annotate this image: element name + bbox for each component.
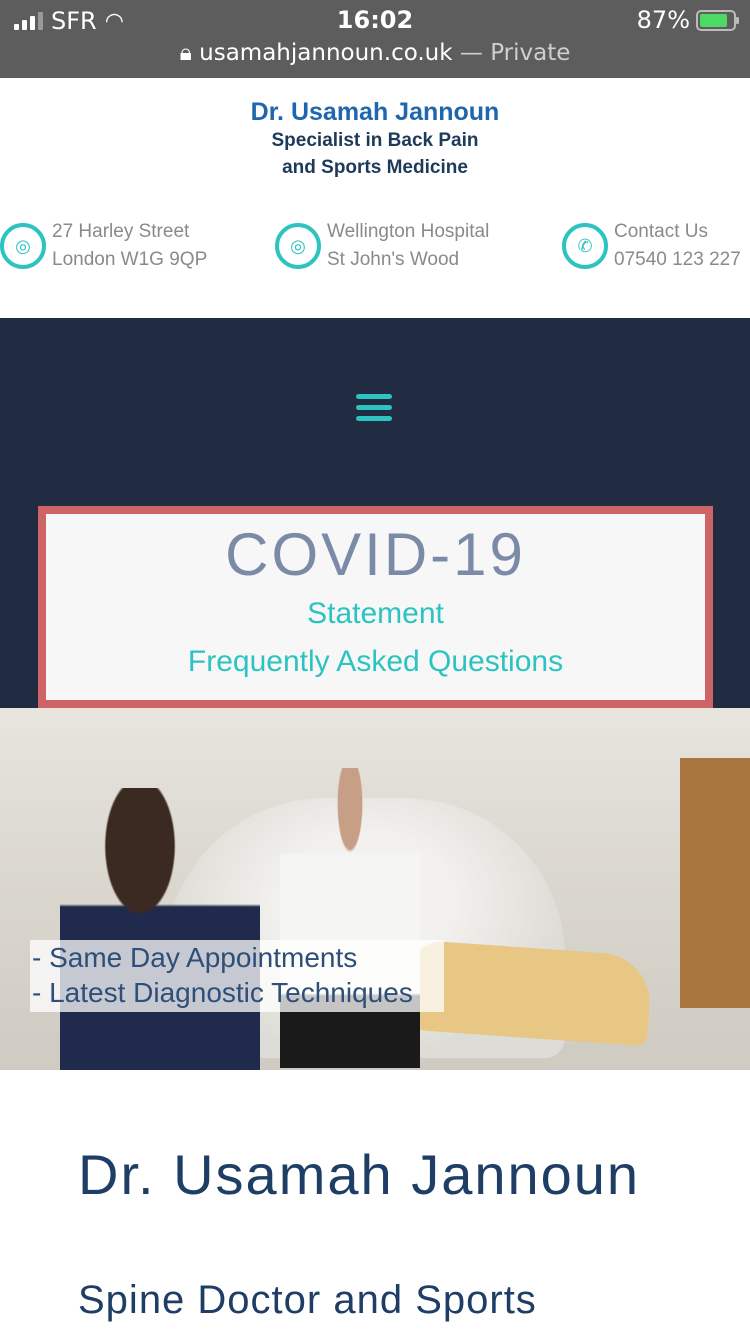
nav-bar: COVID-19 Statement Frequently Asked Ques… [0,318,750,710]
contact-bar: ◎ 27 Harley Street London W1G 9QP ◎ Welli… [0,218,750,278]
logo-tagline-1: Specialist in Back Pain [271,130,479,151]
contact-line: St John's Wood [327,249,460,270]
private-label: — Private [452,40,571,66]
status-bar: SFR ◠ 16:02 87% 🔒︎ usamahjannoun.co.uk —… [0,0,750,78]
site-logo[interactable]: Dr. Usamah Jannoun Specialist in Back Pa… [0,98,750,181]
phone-icon: ✆ [562,223,608,269]
url-text: usamahjannoun.co.uk [199,40,453,66]
map-pin-icon: ◎ [275,223,321,269]
covid-box: COVID-19 Statement Frequently Asked Ques… [38,506,713,708]
hero-caption: - Same Day Appointments - Latest Diagnos… [30,940,444,1012]
battery-icon [696,9,739,31]
covid-title: COVID-19 [225,521,526,588]
hero-image: - Same Day Appointments - Latest Diagnos… [0,708,750,1070]
hamburger-menu-icon[interactable] [356,394,392,427]
page-subtitle: Spine Doctor and Sports [78,1278,537,1322]
contact-wellington[interactable]: ◎ Wellington Hospital St John's Wood [275,218,489,274]
battery-percent: 87% [636,6,690,34]
nurse-figure [60,788,260,1070]
door [680,758,750,1008]
hero-line-1: - Same Day Appointments [32,942,358,973]
lock-icon: 🔒︎ [179,40,192,66]
covid-statement-link[interactable]: Statement [46,590,705,638]
contact-line: 27 Harley Street [52,221,190,242]
contact-line: London W1G 9QP [52,249,208,270]
page-title: Dr. Usamah Jannoun [78,1143,641,1206]
contact-line: 07540 123 227 [614,249,741,270]
logo-tagline-2: and Sports Medicine [282,157,468,178]
contact-harley-street[interactable]: ◎ 27 Harley Street London W1G 9QP [0,218,207,274]
contact-line: Contact Us [614,221,708,242]
covid-faq-link[interactable]: Frequently Asked Questions [46,638,705,686]
map-pin-icon: ◎ [0,223,46,269]
logo-name: Dr. Usamah Jannoun [250,98,500,126]
address-bar[interactable]: 🔒︎ usamahjannoun.co.uk — Private [0,40,750,66]
patient-blanket [407,939,653,1047]
hero-line-2: - Latest Diagnostic Techniques [32,977,413,1008]
contact-line: Wellington Hospital [327,221,490,242]
doctor-figure [280,768,420,1068]
contact-phone[interactable]: ✆ Contact Us 07540 123 227 [562,218,741,274]
